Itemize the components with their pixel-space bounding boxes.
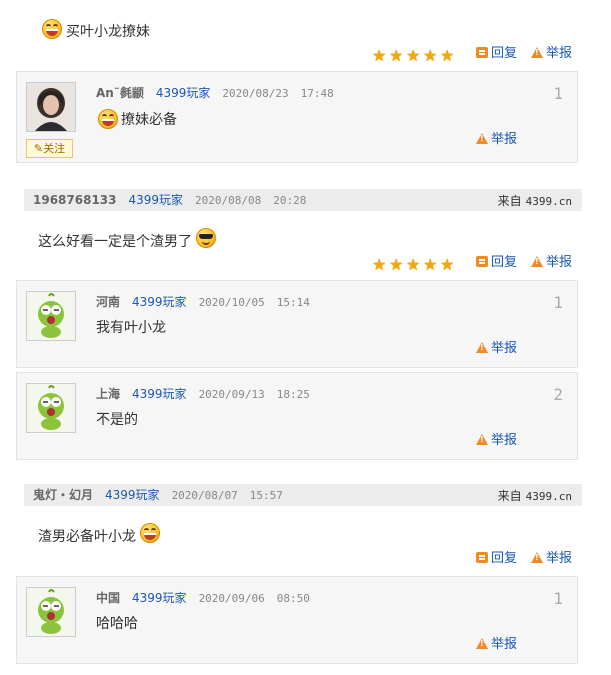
floor-number: 2	[553, 385, 563, 404]
portrait-avatar-image	[27, 83, 75, 131]
time: 17:48	[300, 87, 334, 100]
follow-button[interactable]: ✎关注	[26, 139, 73, 158]
grin-emoji-icon	[140, 523, 160, 543]
reply-meta: 上海 4399玩家 2020/09/13 18:25	[96, 387, 310, 402]
warning-icon	[531, 256, 543, 267]
floor-number: 1	[553, 589, 563, 608]
date: 2020/08/07	[171, 489, 238, 502]
time: 18:25	[276, 388, 310, 401]
grin-emoji-icon	[42, 19, 62, 39]
user-source[interactable]: 4399玩家	[156, 86, 211, 100]
time: 08:50	[276, 592, 310, 605]
post-content: 买叶小龙撩妹	[66, 24, 150, 40]
reply-text: 我有叶小龙	[96, 320, 166, 336]
time: 15:14	[276, 296, 310, 309]
reply-text: 撩妹必备	[121, 112, 177, 128]
star-icon[interactable]: ★	[389, 48, 405, 64]
report-button[interactable]: 举报	[476, 637, 517, 653]
warning-icon	[476, 434, 488, 445]
reply-button[interactable]: 回复	[476, 255, 517, 271]
star-icon[interactable]: ★	[372, 48, 388, 64]
time: 15:57	[249, 489, 283, 502]
username[interactable]: An˜毵颛	[96, 86, 144, 100]
username[interactable]: 上海	[96, 387, 120, 401]
date: 2020/10/05	[198, 296, 265, 309]
frog-avatar[interactable]	[26, 383, 76, 433]
star-icon[interactable]: ★	[406, 48, 422, 64]
cool-emoji-icon	[196, 228, 216, 248]
frog-avatar[interactable]	[26, 587, 76, 637]
warning-icon	[476, 638, 488, 649]
reply-meta: 中国 4399玩家 2020/09/06 08:50	[96, 591, 310, 606]
rating-stars[interactable]: ★ ★ ★ ★ ★	[372, 46, 457, 64]
grin-emoji-icon	[98, 109, 118, 129]
star-icon[interactable]: ★	[389, 257, 405, 273]
reply-button[interactable]: 回复	[476, 46, 517, 62]
reply-meta: 河南 4399玩家 2020/10/05 15:14	[96, 295, 310, 310]
date: 2020/09/06	[198, 592, 265, 605]
floor-number: 1	[553, 293, 563, 312]
report-button[interactable]: 举报	[476, 341, 517, 357]
user-source[interactable]: 4399玩家	[132, 295, 187, 309]
report-button[interactable]: 举报	[476, 433, 517, 449]
user-source[interactable]: 4399玩家	[132, 591, 187, 605]
star-icon[interactable]: ★	[423, 257, 439, 273]
warning-icon	[476, 133, 488, 144]
date: 2020/08/23	[222, 87, 289, 100]
report-button[interactable]: 举报	[531, 255, 572, 271]
reply-meta: An˜毵颛 4399玩家 2020/08/23 17:48	[96, 86, 334, 101]
post-origin: 来自 4399.cn	[497, 489, 572, 503]
post-header: 鬼灯・幻月 4399玩家 2020/08/07 15:57 来自 4399.cn	[24, 484, 582, 506]
post-content: 这么好看一定是个渣男了	[38, 234, 192, 250]
user-source[interactable]: 4399玩家	[132, 387, 187, 401]
user-source[interactable]: 4399玩家	[129, 193, 184, 207]
user-source[interactable]: 4399玩家	[105, 488, 160, 502]
frog-avatar[interactable]	[26, 291, 76, 341]
post-content: 渣男必备叶小龙	[38, 529, 136, 545]
reply-icon	[476, 552, 488, 563]
star-icon[interactable]: ★	[440, 257, 456, 273]
date: 2020/09/13	[198, 388, 265, 401]
reply-icon	[476, 47, 488, 58]
floor-number: 1	[553, 84, 563, 103]
reply-text: 哈哈哈	[96, 616, 138, 632]
star-icon[interactable]: ★	[406, 257, 422, 273]
rating-stars[interactable]: ★ ★ ★ ★ ★	[372, 255, 457, 273]
warning-icon	[531, 552, 543, 563]
reply-icon	[476, 256, 488, 267]
username[interactable]: 河南	[96, 295, 120, 309]
time: 20:28	[273, 194, 307, 207]
reply-text: 不是的	[96, 412, 138, 428]
report-button[interactable]: 举报	[531, 46, 572, 62]
star-icon[interactable]: ★	[423, 48, 439, 64]
star-icon[interactable]: ★	[440, 48, 456, 64]
username[interactable]: 中国	[96, 591, 120, 605]
warning-icon	[476, 342, 488, 353]
warning-icon	[531, 47, 543, 58]
username[interactable]: 鬼灯・幻月	[33, 488, 93, 502]
star-icon[interactable]: ★	[372, 257, 388, 273]
report-button[interactable]: 举报	[476, 132, 517, 148]
avatar[interactable]	[26, 82, 76, 132]
username[interactable]: 1968768133	[33, 193, 117, 207]
report-button[interactable]: 举报	[531, 551, 572, 567]
post-header: 1968768133 4399玩家 2020/08/08 20:28 来自 4399.c…	[24, 189, 582, 211]
post-origin: 来自 4399.cn	[497, 194, 572, 208]
reply-button[interactable]: 回复	[476, 551, 517, 567]
date: 2020/08/08	[195, 194, 262, 207]
